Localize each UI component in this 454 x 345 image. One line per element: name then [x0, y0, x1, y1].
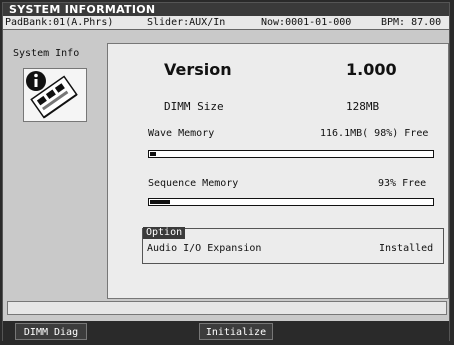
slider-readout: Slider:AUX/In — [147, 17, 226, 28]
window-title: SYSTEM INFORMATION — [3, 3, 449, 16]
side-panel: System Info — [7, 34, 101, 296]
system-information-screen: SYSTEM INFORMATION PadBank:01(A.Phrs) Sl… — [2, 2, 450, 341]
sequence-memory-value: 93% Free — [378, 178, 427, 189]
initialize-button[interactable]: Initialize — [199, 323, 273, 340]
version-label: Version — [164, 60, 232, 79]
info-chip-icon — [23, 68, 87, 122]
sequence-memory-label: Sequence Memory — [148, 178, 239, 189]
dimm-size-value: 128MB — [346, 100, 380, 113]
wave-memory-bar — [148, 150, 434, 158]
info-panel: Version 1.000 DIMM Size 128MB Wave Memor… — [107, 43, 449, 299]
dimm-size-label: DIMM Size — [164, 100, 224, 113]
bpm-readout: BPM: 87.00 — [381, 17, 442, 28]
dimm-diag-button[interactable]: DIMM Diag — [15, 323, 87, 340]
wave-memory-value: 116.1MB( 98%) Free — [320, 128, 429, 139]
sequence-memory-bar — [148, 198, 434, 206]
function-key-bar: DIMM Diag Initialize — [3, 321, 449, 341]
padbank-readout: PadBank:01(A.Phrs) — [5, 17, 114, 28]
option-tag: Option — [143, 227, 186, 239]
wave-memory-bar-fill — [150, 152, 156, 156]
option-audio-io-label: Audio I/O Expansion — [147, 243, 262, 254]
version-value: 1.000 — [346, 60, 397, 79]
side-label: System Info — [13, 48, 80, 59]
sequence-memory-bar-fill — [150, 200, 170, 204]
wave-memory-label: Wave Memory — [148, 128, 215, 139]
now-readout: Now:0001-01-000 — [261, 17, 352, 28]
option-audio-io-value: Installed — [379, 243, 434, 254]
status-infobar: PadBank:01(A.Phrs) Slider:AUX/In Now:000… — [3, 16, 449, 30]
message-bar — [7, 301, 447, 315]
option-box: Option Audio I/O Expansion Installed — [142, 227, 444, 264]
